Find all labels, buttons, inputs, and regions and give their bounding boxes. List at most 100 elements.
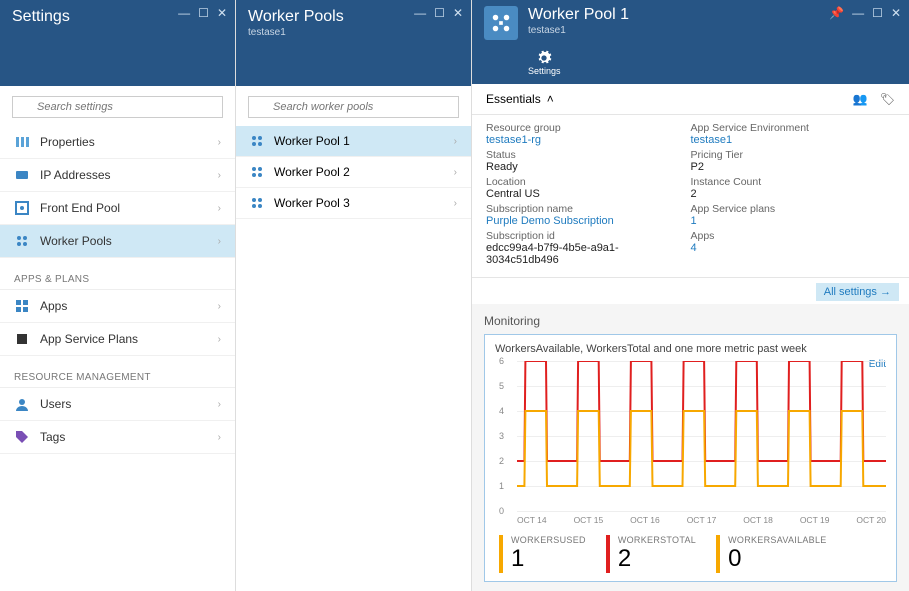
- search-settings-input[interactable]: [12, 96, 223, 118]
- close-icon[interactable]: ✕: [217, 6, 227, 20]
- menu-item-front-end-pool[interactable]: Front End Pool›: [0, 192, 235, 225]
- chevron-right-icon: ›: [218, 236, 221, 247]
- worker-icon: [250, 165, 264, 179]
- roles-icon[interactable]: 👥: [853, 92, 868, 106]
- blade-body: 🔍 Worker Pool 1›Worker Pool 2›Worker Poo…: [236, 86, 471, 591]
- minimize-icon[interactable]: ―: [852, 6, 864, 20]
- essentials-value[interactable]: Purple Demo Subscription: [486, 215, 691, 227]
- counter-workersavailable: WORKERSAVAILABLE0: [716, 535, 827, 573]
- minimize-icon[interactable]: ―: [414, 6, 426, 20]
- blade-header: 📌 ― ☐ ✕ Worker Pool 1 testase1 Settings: [472, 0, 909, 84]
- menu-item-label: IP Addresses: [40, 168, 111, 182]
- counter-workersused: WORKERSUSED1: [499, 535, 586, 573]
- x-tick: OCT 17: [687, 515, 717, 525]
- plans-icon: [14, 331, 30, 347]
- window-controls: 📌 ― ☐ ✕: [829, 6, 901, 20]
- pool-item-label: Worker Pool 2: [274, 165, 350, 179]
- essentials-panel: Resource grouptestase1-rg StatusReady Loca…: [472, 115, 909, 278]
- metrics-chart-card[interactable]: WorkersAvailable, WorkersTotal and one m…: [484, 334, 897, 582]
- close-icon[interactable]: ✕: [453, 6, 463, 20]
- menu-item-label: Apps: [40, 299, 67, 313]
- essentials-row: App Service Environmenttestase1: [691, 122, 896, 146]
- worker-icon: [250, 134, 264, 148]
- blade-subtitle: testase1: [248, 27, 459, 38]
- blade-body: 🔍 Properties›IP Addresses›Front End Pool…: [0, 86, 235, 591]
- chart-plot-area: 0123456: [517, 361, 886, 511]
- properties-icon: [14, 134, 30, 150]
- command-label: Settings: [528, 66, 561, 76]
- essentials-row: Apps4: [691, 230, 896, 254]
- settings-command[interactable]: Settings: [528, 50, 561, 76]
- essentials-value: Ready: [486, 161, 691, 173]
- essentials-label: Subscription name: [486, 203, 691, 215]
- y-tick: 2: [499, 456, 504, 466]
- counter-workerstotal: WORKERSTOTAL2: [606, 535, 696, 573]
- maximize-icon[interactable]: ☐: [872, 6, 883, 20]
- menu-item-users[interactable]: Users›: [0, 388, 235, 421]
- worker-pool-detail-blade: 📌 ― ☐ ✕ Worker Pool 1 testase1 Settings …: [472, 0, 909, 591]
- frontend-icon: [14, 200, 30, 216]
- essentials-label: App Service plans: [691, 203, 896, 215]
- worker-pool-item[interactable]: Worker Pool 1 ›: [236, 126, 471, 157]
- essentials-label: Essentials: [486, 92, 541, 106]
- blade-header: Worker Pools testase1 ― ☐ ✕: [236, 0, 471, 86]
- chart-svg: [517, 361, 886, 511]
- pin-icon[interactable]: 📌: [829, 6, 844, 20]
- essentials-label: Apps: [691, 230, 896, 242]
- counter-label: WORKERSUSED: [511, 535, 586, 545]
- worker-pool-icon: [484, 6, 518, 40]
- chevron-right-icon: ›: [218, 170, 221, 181]
- search-worker-pools-input[interactable]: [248, 96, 459, 118]
- essentials-row: Pricing TierP2: [691, 149, 896, 173]
- chevron-right-icon: ›: [454, 136, 457, 147]
- tags-icon[interactable]: 🏷: [880, 92, 895, 106]
- all-settings-link[interactable]: All settings →: [816, 283, 899, 301]
- worker-pool-item[interactable]: Worker Pool 2›: [236, 157, 471, 188]
- blade-header: Settings ― ☐ ✕: [0, 0, 235, 86]
- ip-icon: [14, 167, 30, 183]
- maximize-icon[interactable]: ☐: [198, 6, 209, 20]
- essentials-row: App Service plans1: [691, 203, 896, 227]
- x-tick: OCT 20: [856, 515, 886, 525]
- monitoring-section: Monitoring WorkersAvailable, WorkersTota…: [472, 304, 909, 591]
- menu-item-tags[interactable]: Tags ›: [0, 421, 235, 454]
- tags-icon: [14, 429, 30, 445]
- menu-item-label: Tags: [40, 430, 65, 444]
- x-tick: OCT 18: [743, 515, 773, 525]
- essentials-label: Status: [486, 149, 691, 161]
- essentials-value: Central US: [486, 188, 691, 200]
- essentials-value[interactable]: 1: [691, 215, 896, 227]
- pool-item-label: Worker Pool 1: [274, 134, 350, 148]
- essentials-value: 2: [691, 188, 896, 200]
- menu-item-app-service-plans[interactable]: App Service Plans›: [0, 323, 235, 356]
- y-tick: 1: [499, 481, 504, 491]
- x-tick: OCT 19: [800, 515, 830, 525]
- chevron-right-icon: ›: [218, 137, 221, 148]
- essentials-value[interactable]: testase1-rg: [486, 134, 691, 146]
- essentials-value[interactable]: testase1: [691, 134, 896, 146]
- essentials-toggle[interactable]: Essentials ˄ 👥 🏷: [472, 84, 909, 115]
- counter-value: 1: [511, 545, 586, 573]
- menu-item-label: Users: [40, 397, 71, 411]
- menu-item-label: Front End Pool: [40, 201, 120, 215]
- essentials-label: App Service Environment: [691, 122, 896, 134]
- essentials-value[interactable]: 4: [691, 242, 896, 254]
- worker-pools-blade: Worker Pools testase1 ― ☐ ✕ 🔍 Worker Poo…: [236, 0, 472, 591]
- worker-icon: [250, 196, 264, 210]
- menu-item-ip-addresses[interactable]: IP Addresses ›: [0, 159, 235, 192]
- essentials-label: Location: [486, 176, 691, 188]
- y-tick: 5: [499, 381, 504, 391]
- apps-icon: [14, 298, 30, 314]
- worker-pool-item[interactable]: Worker Pool 3›: [236, 188, 471, 219]
- settings-blade: Settings ― ☐ ✕ 🔍 Properties›IP Addresses…: [0, 0, 236, 591]
- menu-item-apps[interactable]: Apps›: [0, 290, 235, 323]
- minimize-icon[interactable]: ―: [178, 6, 190, 20]
- x-tick: OCT 14: [517, 515, 547, 525]
- essentials-row: LocationCentral US: [486, 176, 691, 200]
- menu-item-worker-pools[interactable]: Worker Pools›: [0, 225, 235, 258]
- maximize-icon[interactable]: ☐: [434, 6, 445, 20]
- chevron-right-icon: ›: [218, 432, 221, 443]
- close-icon[interactable]: ✕: [891, 6, 901, 20]
- essentials-row: Resource grouptestase1-rg: [486, 122, 691, 146]
- menu-item-properties[interactable]: Properties›: [0, 126, 235, 159]
